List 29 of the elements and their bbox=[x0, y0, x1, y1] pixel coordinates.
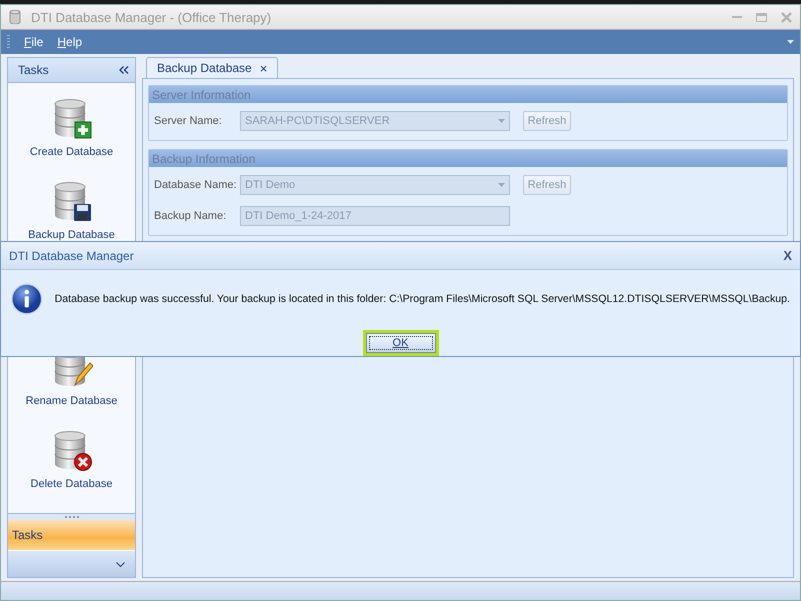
chevron-down-icon[interactable] bbox=[116, 562, 125, 566]
dropdown-arrow-icon[interactable] bbox=[787, 40, 794, 44]
window-title: DTI Database Manager - (Office Therapy) bbox=[31, 10, 272, 24]
sidebar-title: Tasks bbox=[18, 63, 50, 77]
menu-item[interactable]: Help bbox=[57, 35, 82, 49]
maximize-icon[interactable] bbox=[756, 12, 767, 22]
sidebar-item[interactable]: Create Database bbox=[8, 83, 135, 166]
field-label: Database Name: bbox=[154, 178, 238, 190]
group-title: Backup Information bbox=[149, 150, 787, 167]
group-title: Server Information bbox=[149, 86, 787, 103]
app-icon bbox=[9, 10, 21, 24]
close-icon[interactable] bbox=[781, 12, 792, 22]
tab-close-button[interactable]: × bbox=[260, 60, 268, 76]
sidebar-item[interactable]: Delete Database bbox=[8, 415, 135, 498]
info-icon bbox=[11, 282, 43, 316]
dialog-message: Database backup was successful. Your backup is located in this folder: C:\Program Files\Microsoft SQL Server\MSSQL12.DTISQLSERVER\MSSQL\Backup. bbox=[54, 293, 790, 305]
nav-pane-button[interactable]: Tasks bbox=[8, 520, 135, 550]
field-label: Server Name: bbox=[154, 114, 223, 126]
dialog-title: DTI Database Manager bbox=[9, 248, 135, 262]
field-label: Backup Name: bbox=[154, 210, 228, 222]
minimize-icon[interactable] bbox=[732, 16, 742, 18]
collapse-chevron-icon[interactable] bbox=[119, 66, 129, 74]
menu-item[interactable]: File bbox=[24, 35, 44, 49]
close-button[interactable]: X bbox=[783, 248, 792, 263]
grip-icon bbox=[7, 35, 10, 49]
tab[interactable]: Backup Database × bbox=[146, 57, 278, 78]
dropdown-arrow-icon bbox=[498, 182, 505, 186]
dropdown-arrow-icon bbox=[498, 118, 505, 122]
ok-button[interactable]: OK bbox=[366, 333, 436, 353]
